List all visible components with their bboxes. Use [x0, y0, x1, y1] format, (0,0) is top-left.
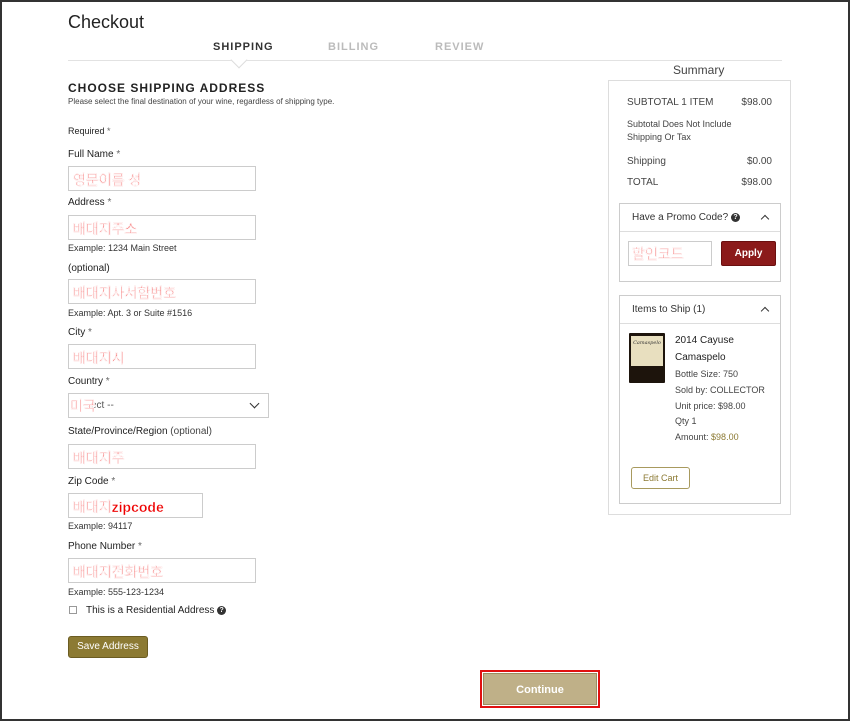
shipping-label: Shipping	[627, 156, 666, 167]
help-icon: ?	[730, 212, 740, 222]
total-label: TOTAL	[627, 177, 659, 188]
city-field[interactable]: 배대지시	[68, 344, 256, 369]
country-label: Country *	[68, 376, 110, 387]
apply-button[interactable]: Apply	[721, 241, 776, 266]
promo-code-input[interactable]: 할인코드	[628, 241, 712, 266]
subtotal-note-line2: Shipping Or Tax	[627, 132, 691, 142]
item-unit-price: Unit price: $98.00	[675, 401, 746, 411]
step-billing[interactable]: BILLING	[328, 41, 379, 53]
subtotal-value: $98.00	[741, 97, 772, 108]
country-annotation: 미국	[70, 398, 96, 414]
item-name-line2: Camaspelo	[675, 352, 726, 363]
address2-hint: Example: Apt. 3 or Suite #1516	[68, 308, 193, 318]
subtotal-label: SUBTOTAL 1 ITEM	[627, 97, 714, 108]
subtotal-note-line1: Subtotal Does Not Include	[627, 119, 732, 129]
help-icon[interactable]: ?	[217, 605, 227, 615]
item-name-line1: 2014 Cayuse	[675, 335, 734, 346]
residential-checkbox[interactable]	[69, 606, 77, 614]
item-bottle-size: Bottle Size: 750	[675, 369, 739, 379]
item-qty: Qty 1	[675, 416, 697, 426]
full-name-label: Full Name *	[68, 149, 121, 160]
item-amount: Amount: $98.00	[675, 432, 739, 442]
chevron-down-icon	[249, 398, 260, 409]
phone-label: Phone Number *	[68, 541, 142, 552]
edit-cart-button[interactable]: Edit Cart	[631, 467, 690, 489]
full-name-field[interactable]: 영문이름 성	[68, 166, 256, 191]
zip-field[interactable]: 배대지zipcode	[68, 493, 203, 518]
chevron-up-icon	[760, 306, 770, 316]
summary-title: Summary	[673, 63, 725, 77]
checkout-steps: SHIPPING BILLING REVIEW	[68, 40, 782, 69]
state-label: State/Province/Region (optional)	[68, 426, 212, 437]
address2-field[interactable]: 배대지사서함번호	[68, 279, 256, 304]
section-description: Please select the final destination of y…	[68, 97, 335, 106]
city-label: City *	[68, 327, 92, 338]
wine-bottle-image: Camaspelo	[629, 333, 665, 383]
zip-hint: Example: 94117	[68, 521, 133, 531]
residential-label: This is a Residential Address ?	[86, 605, 227, 616]
total-value: $98.00	[741, 177, 772, 188]
section-title: CHOOSE SHIPPING ADDRESS	[68, 81, 266, 95]
country-select[interactable]: ect -- 미국	[68, 393, 269, 418]
address2-label: (optional)	[68, 263, 110, 274]
promo-panel-header[interactable]: Have a Promo Code? ?	[620, 204, 780, 232]
items-panel-header[interactable]: Items to Ship (1)	[620, 296, 780, 324]
zip-label: Zip Code *	[68, 476, 116, 487]
address-field[interactable]: 배대지주소	[68, 215, 256, 240]
page-title: Checkout	[68, 12, 145, 32]
required-note: Required *	[68, 126, 111, 136]
state-field[interactable]: 배대지주	[68, 444, 256, 469]
item-sold-by: Sold by: COLLECTOR	[675, 385, 765, 395]
step-review[interactable]: REVIEW	[435, 41, 484, 53]
continue-button[interactable]: Continue	[483, 673, 597, 705]
address-label: Address *	[68, 197, 112, 208]
shipping-value: $0.00	[746, 156, 772, 167]
save-address-button[interactable]: Save Address	[68, 636, 148, 658]
phone-hint: Example: 555-123-1234	[68, 587, 165, 597]
address-hint: Example: 1234 Main Street	[68, 243, 177, 253]
chevron-up-icon	[760, 214, 770, 224]
step-shipping[interactable]: SHIPPING	[213, 41, 274, 53]
phone-field[interactable]: 배대지전화번호	[68, 558, 256, 583]
